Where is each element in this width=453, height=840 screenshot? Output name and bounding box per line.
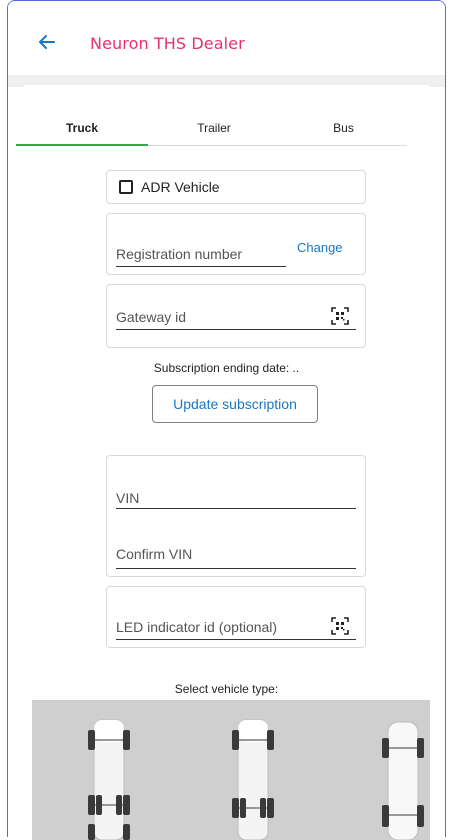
tab-trailer[interactable]: Trailer [148,110,280,146]
app-bar: Neuron THS Dealer [8,1,445,79]
led-indicator-input[interactable]: LED indicator id (optional) [116,619,277,635]
subscription-end-date: Subscription ending date: .. [153,361,300,375]
vehicle-option-truck-c[interactable] [372,700,430,840]
adr-vehicle-label: ADR Vehicle [141,179,220,195]
confirm-vin-input[interactable]: Confirm VIN [116,546,192,562]
vin-card: VIN Confirm VIN [106,455,366,577]
adr-vehicle-card: ADR Vehicle [106,170,366,204]
registration-input[interactable]: Registration number [116,246,242,262]
tab-bus[interactable]: Bus [280,110,407,146]
registration-underline [116,266,286,267]
vehicle-type-label: Select vehicle type: [174,682,279,696]
vehicle-option-truck-a[interactable] [80,700,150,840]
vehicle-type-selector [32,700,430,840]
tab-truck[interactable]: Truck [16,110,148,146]
vin-input[interactable]: VIN [116,490,139,506]
gateway-underline [116,329,356,330]
change-link[interactable]: Change [297,240,343,255]
tab-active-indicator [16,144,148,146]
update-subscription-button[interactable]: Update subscription [152,385,318,423]
registration-card: Registration number Change [106,213,366,275]
led-underline [116,639,356,640]
vehicle-option-truck-b[interactable] [224,700,294,840]
vin-underline [116,508,356,509]
led-card: LED indicator id (optional) [106,586,366,648]
qr-scan-icon[interactable] [331,307,349,325]
app-title: Neuron THS Dealer [90,34,245,53]
vehicle-tabs: Truck Trailer Bus [16,110,407,146]
gateway-input[interactable]: Gateway id [116,309,186,325]
gateway-card: Gateway id [106,284,366,348]
qr-scan-icon[interactable] [331,617,349,635]
back-arrow-icon[interactable] [36,31,58,53]
confirm-vin-underline [116,568,356,569]
adr-vehicle-checkbox[interactable] [119,180,133,194]
